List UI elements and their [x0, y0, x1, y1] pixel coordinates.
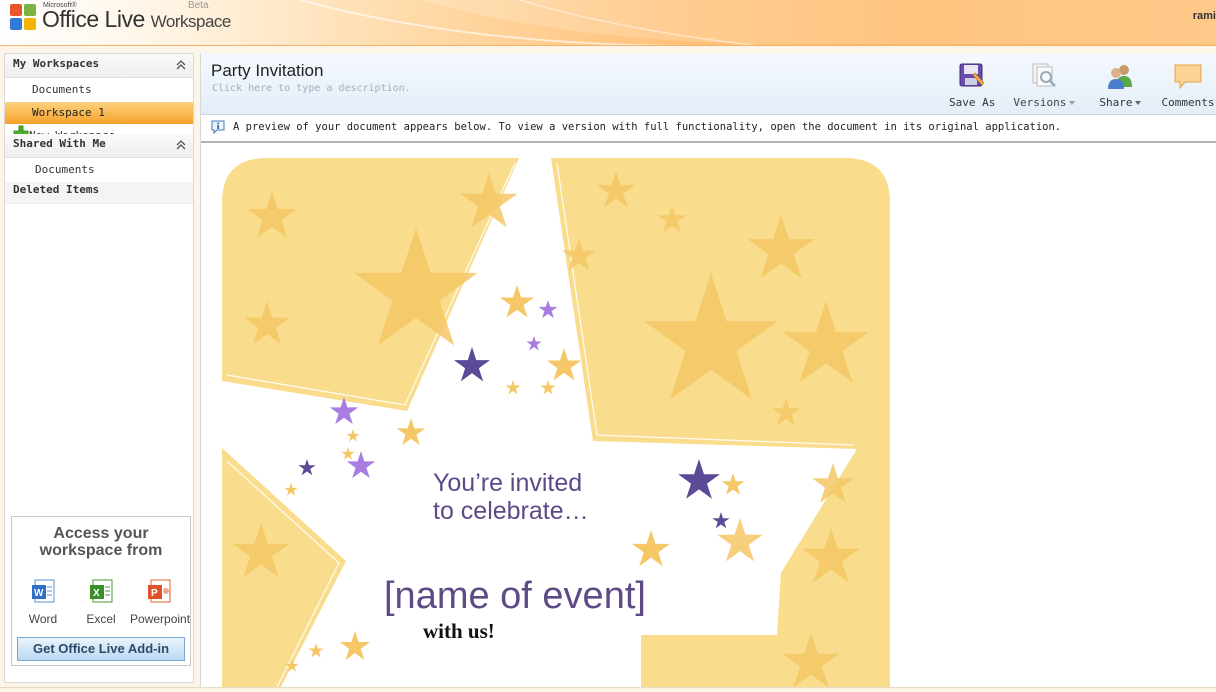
- access-workspace-panel: Access your workspace from W Word X Exce…: [11, 516, 191, 666]
- powerpoint-app-link[interactable]: P Powerpoint: [130, 579, 191, 626]
- comment-icon: [1174, 64, 1202, 90]
- beta-label: Beta: [188, 0, 209, 11]
- brand-product: Workspace: [150, 12, 232, 31]
- word-icon: W: [32, 579, 55, 603]
- powerpoint-icon: P: [148, 579, 171, 603]
- access-title: Access your workspace from: [12, 525, 190, 559]
- versions-icon: [1032, 63, 1057, 87]
- document-description[interactable]: Click here to type a description.: [212, 83, 411, 94]
- brand-main: Office Live: [42, 6, 145, 32]
- info-text: A preview of your document appears below…: [233, 121, 1062, 133]
- event-name: [name of event]: [384, 575, 646, 617]
- svg-text:P: P: [151, 588, 158, 599]
- excel-app-link[interactable]: X Excel: [72, 579, 130, 626]
- document-panel: Party Invitation Click here to type a de…: [200, 53, 1216, 687]
- share-label: Share: [1099, 96, 1133, 109]
- invitation-artwork: [222, 158, 890, 687]
- excel-label: Excel: [86, 612, 116, 626]
- sidebar-item-documents[interactable]: Documents: [5, 78, 193, 102]
- share-people-icon: [1108, 65, 1133, 89]
- versions-label: Versions: [1013, 96, 1067, 109]
- shared-with-me-title: Shared With Me: [13, 137, 106, 150]
- share-button[interactable]: Share: [1099, 61, 1142, 109]
- save-as-button[interactable]: Save As: [949, 61, 995, 109]
- sidebar: My Workspaces Documents Workspace 1 New …: [4, 53, 194, 683]
- shared-with-me-header[interactable]: Shared With Me: [5, 134, 193, 158]
- word-label: Word: [28, 612, 58, 626]
- save-as-label: Save As: [949, 96, 996, 109]
- word-app-link[interactable]: W Word: [14, 579, 72, 626]
- document-title[interactable]: Party Invitation: [211, 61, 323, 81]
- access-title-line1: Access your: [53, 525, 149, 542]
- share-dropdown-caret-icon: [1135, 101, 1142, 105]
- preview-info-bar: A preview of your document appears below…: [201, 115, 1216, 143]
- comments-label: Comments: [1161, 96, 1215, 109]
- sidebar-item-shared-documents[interactable]: Documents: [5, 158, 193, 182]
- save-icon: [959, 63, 985, 87]
- my-workspaces-header[interactable]: My Workspaces: [5, 54, 193, 78]
- svg-text:X: X: [93, 588, 100, 599]
- comments-button[interactable]: Comments: [1161, 61, 1214, 109]
- office-logo-icon: [10, 4, 36, 30]
- document-toolbar: Save As Versions Share Comments: [949, 61, 1216, 109]
- invite-line-2: to celebrate…: [433, 497, 589, 525]
- brand-small: Microsoft®: [43, 2, 77, 9]
- deleted-items-link[interactable]: Deleted Items: [5, 182, 193, 204]
- document-header: Party Invitation Click here to type a de…: [201, 53, 1216, 115]
- footer-strip: [0, 687, 1216, 692]
- collapse-chevron-icon[interactable]: [175, 59, 187, 71]
- info-icon: [211, 120, 225, 135]
- get-addin-button[interactable]: Get Office Live Add-in: [17, 637, 185, 661]
- access-title-line2: workspace from: [39, 542, 163, 559]
- my-workspaces-title: My Workspaces: [13, 57, 100, 70]
- user-name[interactable]: rami: [1193, 10, 1216, 22]
- svg-text:W: W: [34, 588, 44, 599]
- sidebar-item-workspace-1[interactable]: Workspace 1: [5, 102, 193, 124]
- powerpoint-label: Powerpoint: [130, 612, 191, 626]
- invite-line-1: You’re invited: [433, 469, 583, 497]
- document-preview: You’re invited to celebrate… [name of ev…: [201, 143, 1216, 687]
- versions-button[interactable]: Versions: [1013, 61, 1076, 109]
- excel-icon: X: [90, 579, 113, 603]
- app-header: Microsoft® Office Live Workspace Beta ra…: [0, 0, 1216, 46]
- versions-dropdown-caret-icon: [1069, 101, 1076, 105]
- with-us-text: with us!: [423, 619, 495, 643]
- collapse-chevron-icon[interactable]: [175, 139, 187, 151]
